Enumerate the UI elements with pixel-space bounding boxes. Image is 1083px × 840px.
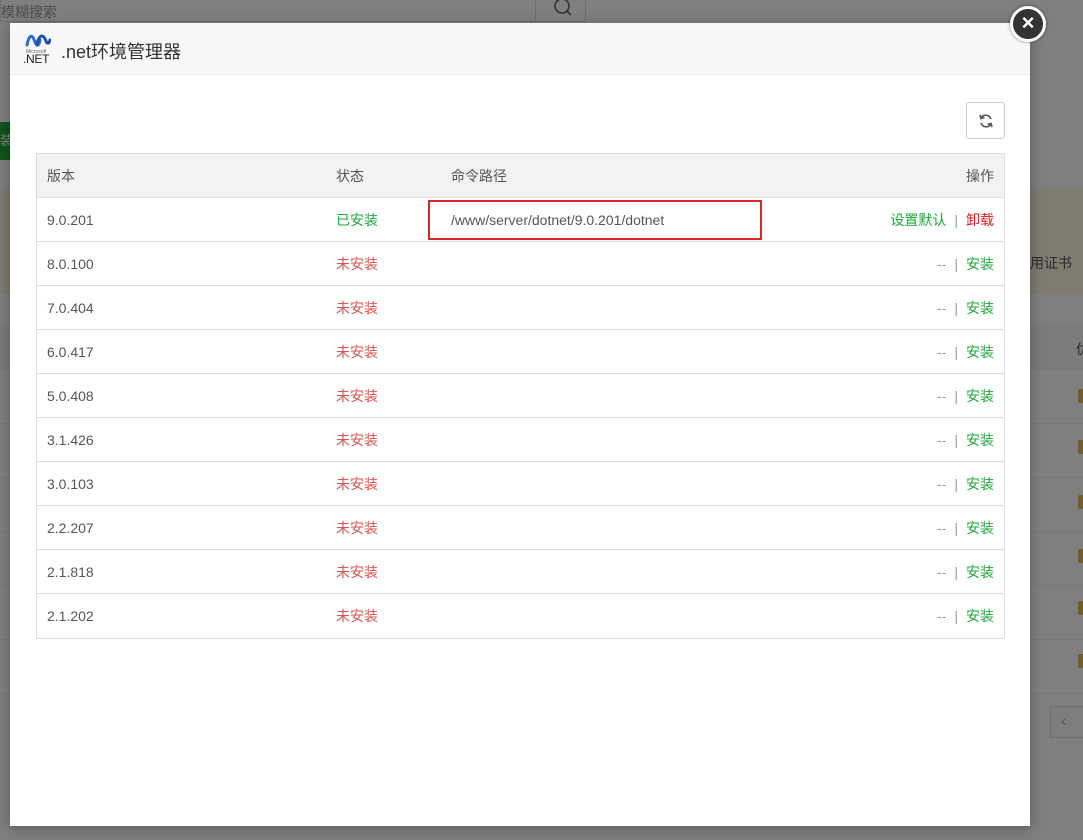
no-action-placeholder: --	[937, 256, 947, 272]
dialog-header: Microsoft .NET .net环境管理器	[10, 23, 1030, 75]
header-path: 命令路径	[451, 168, 507, 184]
status-cell: 未安装	[336, 388, 378, 404]
dialog-title: .net环境管理器	[61, 42, 182, 62]
version-cell: 9.0.201	[47, 212, 94, 228]
refresh-button[interactable]	[966, 102, 1005, 139]
path-cell: /www/server/dotnet/9.0.201/dotnet	[451, 212, 665, 228]
install-button[interactable]: 安装	[966, 564, 994, 580]
install-button[interactable]: 安装	[966, 520, 994, 536]
no-action-placeholder: --	[937, 388, 947, 404]
dotnet-logo-icon: Microsoft .NET	[23, 32, 53, 66]
close-icon[interactable]: ×	[1010, 6, 1046, 42]
install-button[interactable]: 安装	[966, 300, 994, 316]
table-row: 2.2.207 未安装 -- | 安装	[37, 506, 1004, 550]
version-cell: 6.0.417	[47, 344, 94, 360]
status-cell: 未安装	[336, 344, 378, 360]
install-button[interactable]: 安装	[966, 608, 994, 624]
operations-cell: -- | 安装	[937, 418, 994, 462]
table-row: 6.0.417 未安装 -- | 安装	[37, 330, 1004, 374]
table-row: 2.1.818 未安装 -- | 安装	[37, 550, 1004, 594]
version-cell: 3.0.103	[47, 476, 94, 492]
status-cell: 已安装	[336, 212, 378, 228]
version-cell: 8.0.100	[47, 256, 94, 272]
table-row: 9.0.201 已安装 /www/server/dotnet/9.0.201/d…	[37, 198, 1004, 242]
status-cell: 未安装	[336, 476, 378, 492]
operations-separator: |	[954, 476, 958, 492]
operations-cell: -- | 安装	[937, 330, 994, 374]
operations-separator: |	[954, 256, 958, 272]
logo-net-text: .NET	[23, 52, 50, 66]
version-cell: 5.0.408	[47, 388, 94, 404]
table-row: 7.0.404 未安装 -- | 安装	[37, 286, 1004, 330]
set-default-button[interactable]: 设置默认	[890, 212, 946, 228]
status-cell: 未安装	[336, 256, 378, 272]
no-action-placeholder: --	[937, 608, 947, 624]
version-cell: 2.2.207	[47, 520, 94, 536]
version-cell: 7.0.404	[47, 300, 94, 316]
dotnet-manager-dialog: Microsoft .NET .net环境管理器 版本 状态 命令路径 操作 9…	[10, 23, 1030, 826]
operations-separator: |	[954, 388, 958, 404]
operations-separator: |	[954, 520, 958, 536]
header-operations: 操作	[966, 168, 994, 184]
operations-separator: |	[954, 432, 958, 448]
header-version: 版本	[47, 168, 75, 184]
install-button[interactable]: 安装	[966, 432, 994, 448]
operations-separator: |	[954, 344, 958, 360]
dotnet-versions-table: 版本 状态 命令路径 操作 9.0.201 已安装 /www/server/do…	[36, 153, 1005, 639]
status-cell: 未安装	[336, 520, 378, 536]
no-action-placeholder: --	[937, 520, 947, 536]
no-action-placeholder: --	[937, 432, 947, 448]
no-action-placeholder: --	[937, 344, 947, 360]
install-button[interactable]: 安装	[966, 388, 994, 404]
operations-separator: |	[954, 212, 958, 228]
operations-cell: -- | 安装	[937, 286, 994, 330]
operations-cell: -- | 安装	[937, 506, 994, 550]
operations-cell: -- | 安装	[937, 594, 994, 638]
status-cell: 未安装	[336, 432, 378, 448]
version-cell: 3.1.426	[47, 432, 94, 448]
version-cell: 2.1.202	[47, 608, 94, 624]
operations-separator: |	[954, 608, 958, 624]
install-button[interactable]: 安装	[966, 476, 994, 492]
table-row: 3.0.103 未安装 -- | 安装	[37, 462, 1004, 506]
no-action-placeholder: --	[937, 476, 947, 492]
table-row: 2.1.202 未安装 -- | 安装	[37, 594, 1004, 638]
operations-cell: -- | 安装	[937, 462, 994, 506]
status-cell: 未安装	[336, 300, 378, 316]
operations-cell: 设置默认 | 卸载	[890, 198, 994, 242]
operations-cell: -- | 安装	[937, 242, 994, 286]
table-row: 3.1.426 未安装 -- | 安装	[37, 418, 1004, 462]
table-row: 5.0.408 未安装 -- | 安装	[37, 374, 1004, 418]
header-status: 状态	[336, 168, 364, 184]
status-cell: 未安装	[336, 608, 378, 624]
operations-cell: -- | 安装	[937, 374, 994, 418]
refresh-icon	[979, 114, 993, 128]
uninstall-button[interactable]: 卸载	[966, 212, 994, 228]
no-action-placeholder: --	[937, 300, 947, 316]
operations-separator: |	[954, 300, 958, 316]
table-row: 8.0.100 未安装 -- | 安装	[37, 242, 1004, 286]
operations-separator: |	[954, 564, 958, 580]
status-cell: 未安装	[336, 564, 378, 580]
table-header-row: 版本 状态 命令路径 操作	[37, 154, 1004, 198]
operations-cell: -- | 安装	[937, 550, 994, 594]
version-cell: 2.1.818	[47, 564, 94, 580]
install-button[interactable]: 安装	[966, 256, 994, 272]
install-button[interactable]: 安装	[966, 344, 994, 360]
no-action-placeholder: --	[937, 564, 947, 580]
